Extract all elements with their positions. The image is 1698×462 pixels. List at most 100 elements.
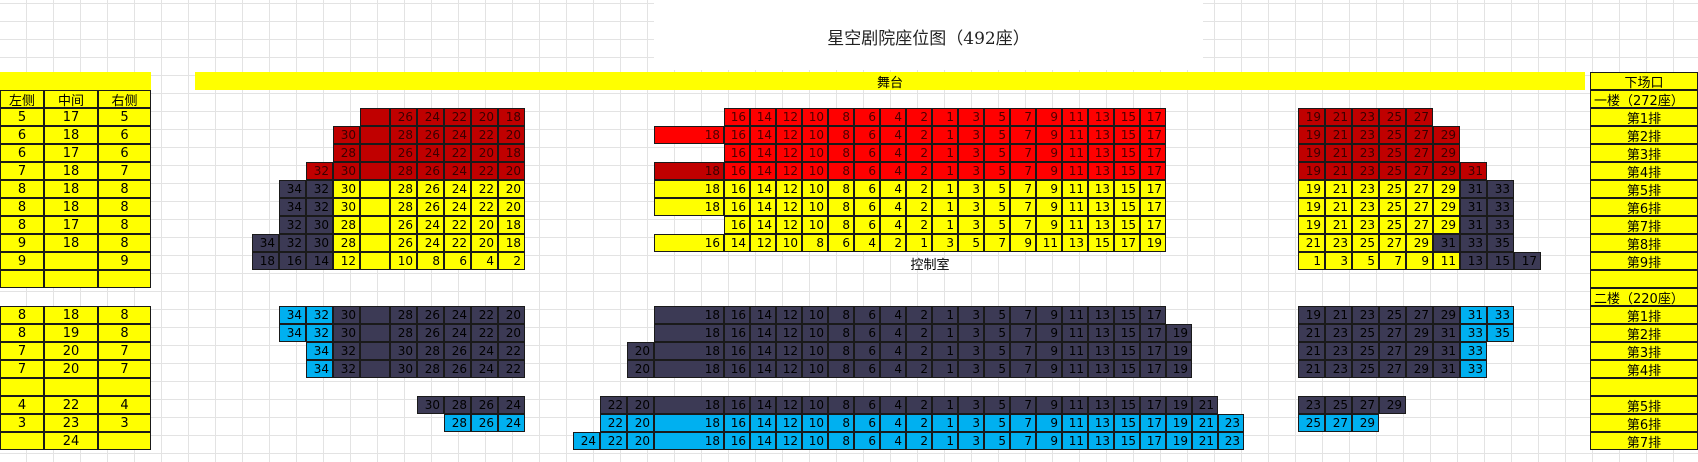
seat: 20 — [471, 144, 498, 162]
seat: 24 — [444, 324, 471, 342]
seat: 17 — [1514, 252, 1541, 270]
seat: 2 — [906, 126, 932, 144]
seat: 19 — [1298, 108, 1325, 126]
seat: 21 — [1298, 342, 1325, 360]
seat: 3 — [958, 414, 984, 432]
seat: 13 — [1088, 144, 1114, 162]
seat: 4 — [471, 252, 498, 270]
seat: 32 — [306, 180, 333, 198]
seat: 28 — [333, 144, 360, 162]
seat: 25 — [1352, 342, 1379, 360]
seat: 6 — [854, 108, 880, 126]
row-label: 第7排 — [1590, 216, 1698, 235]
seat: 1 — [932, 108, 958, 126]
seat: 14 — [750, 180, 776, 198]
seat: 15 — [1114, 108, 1140, 126]
seat: 12 — [776, 414, 802, 432]
seat: 28 — [390, 162, 417, 180]
seat: 30 — [306, 234, 333, 252]
seat: 5 — [984, 108, 1010, 126]
seat: 20 — [471, 234, 498, 252]
seat: 10 — [390, 252, 417, 270]
seat: 17 — [1140, 342, 1166, 360]
seat: 20 — [498, 180, 525, 198]
seat: 2 — [906, 360, 932, 378]
seat: 11 — [1062, 216, 1088, 234]
seat: 30 — [333, 162, 360, 180]
seat: 22 — [444, 144, 471, 162]
seat: 11 — [1062, 360, 1088, 378]
seat: 15 — [1114, 432, 1140, 450]
seat: 15 — [1487, 252, 1514, 270]
side-count-cell: 7 — [98, 342, 151, 360]
seat: 3 — [958, 144, 984, 162]
seat: 26 — [417, 306, 444, 324]
seat: 7 — [1010, 180, 1036, 198]
seat: 17 — [1140, 414, 1166, 432]
seat: 8 — [828, 432, 854, 450]
seat: 23 — [1218, 414, 1244, 432]
seat: 30 — [306, 216, 333, 234]
side-count-cell: 3 — [0, 414, 44, 432]
seat: 21 — [1325, 180, 1352, 198]
side-count-cell: 5 — [0, 108, 44, 126]
seat: 1 — [932, 414, 958, 432]
seat: 22 — [471, 198, 498, 216]
side-count-cell: 4 — [0, 396, 44, 414]
seat: 25 — [1379, 162, 1406, 180]
page-title: 星空剧院座位图（492座） — [827, 29, 1030, 49]
seat: 4 — [880, 306, 906, 324]
seat: 15 — [1114, 198, 1140, 216]
seat — [360, 324, 390, 342]
row-label: 第1排 — [1590, 306, 1698, 325]
seat: 27 — [1379, 234, 1406, 252]
seat: 23 — [1352, 180, 1379, 198]
seat: 14 — [750, 162, 776, 180]
seat: 19 — [1298, 162, 1325, 180]
seat: 24 — [498, 414, 525, 432]
row-label: 第4排 — [1590, 360, 1698, 379]
side-count-cell: 6 — [98, 144, 151, 162]
seat: 28 — [390, 126, 417, 144]
row-label: 第5排 — [1590, 180, 1698, 199]
seat: 24 — [498, 396, 525, 414]
seat: 22 — [498, 360, 525, 378]
seat: 9 — [1036, 216, 1062, 234]
seat: 18 — [498, 216, 525, 234]
seat: 11 — [1062, 414, 1088, 432]
seat: 24 — [444, 162, 471, 180]
seat: 7 — [1010, 126, 1036, 144]
seat: 5 — [984, 414, 1010, 432]
seat: 8 — [828, 126, 854, 144]
seat: 16 — [724, 432, 750, 450]
seat: 6 — [854, 216, 880, 234]
seat: 10 — [802, 396, 828, 414]
row-label — [1590, 270, 1698, 288]
seat: 25 — [1379, 144, 1406, 162]
side-count-cell: 5 — [98, 108, 151, 126]
seat — [360, 342, 390, 360]
seat: 22 — [498, 342, 525, 360]
seat: 6 — [854, 162, 880, 180]
row-label: 第7排 — [1590, 432, 1698, 451]
seat: 2 — [906, 432, 932, 450]
seat: 12 — [776, 126, 802, 144]
side-count-cell: 6 — [0, 144, 44, 162]
seat: 18 — [654, 432, 724, 450]
seat: 1 — [932, 360, 958, 378]
seat: 26 — [417, 324, 444, 342]
row-label: 第4排 — [1590, 162, 1698, 181]
seat: 14 — [750, 324, 776, 342]
seat: 23 — [1352, 108, 1379, 126]
seat: 25 — [1352, 324, 1379, 342]
seat: 19 — [1166, 342, 1192, 360]
seat: 10 — [776, 234, 802, 252]
seat: 27 — [1406, 162, 1433, 180]
seat: 11 — [1062, 198, 1088, 216]
seat: 21 — [1325, 144, 1352, 162]
seat: 12 — [776, 198, 802, 216]
floor-label: 二楼（220座） — [1590, 288, 1698, 307]
seat: 2 — [906, 396, 932, 414]
seat: 12 — [776, 216, 802, 234]
seat: 20 — [627, 432, 654, 450]
